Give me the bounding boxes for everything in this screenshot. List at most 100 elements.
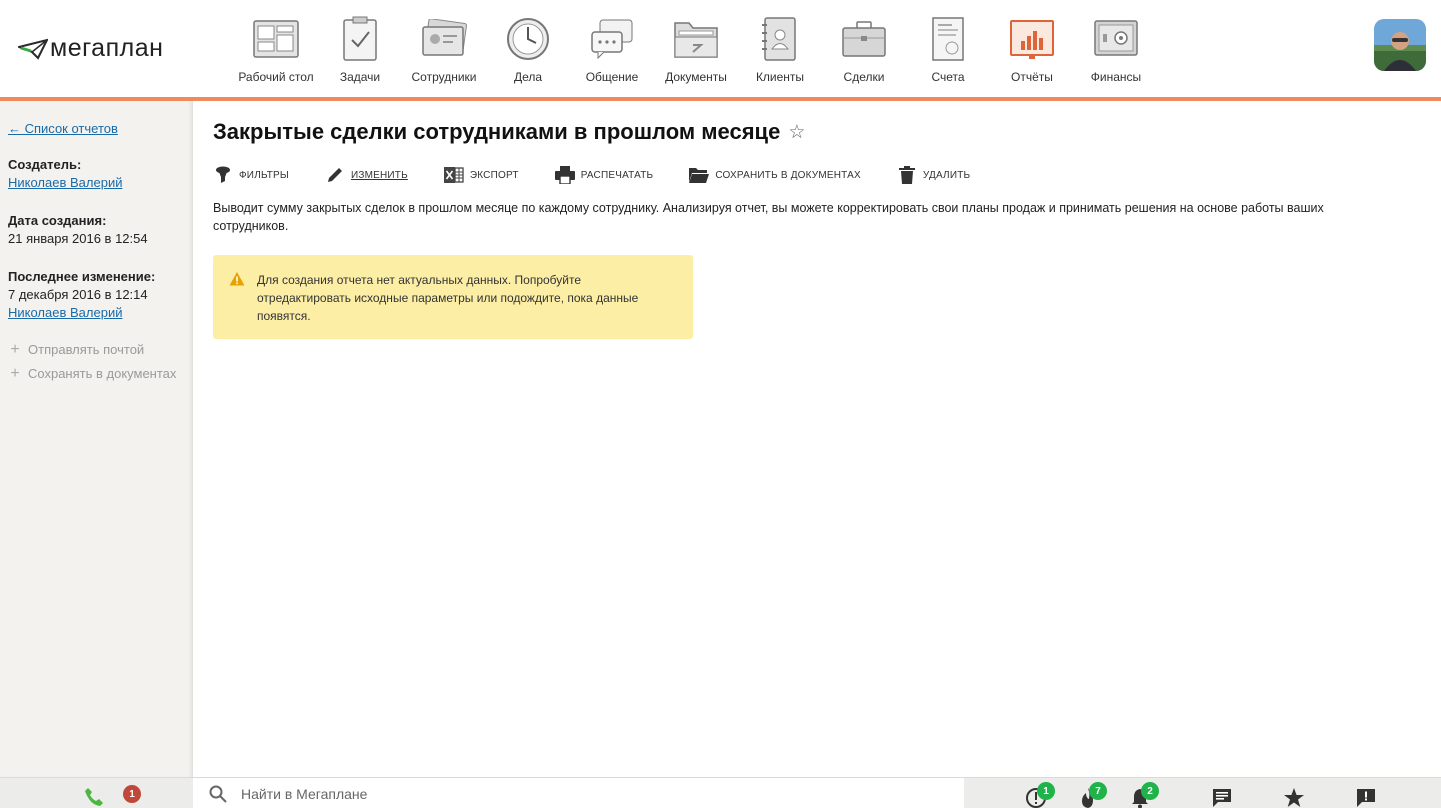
paper-plane-icon [18, 38, 48, 60]
nav-reports[interactable]: Отчёты [990, 0, 1074, 101]
modified-block: Последнее изменение: 7 декабря 2016 в 12… [8, 268, 184, 322]
hot-button[interactable]: 7 [1077, 782, 1107, 808]
modified-by-link[interactable]: Николаев Валерий [8, 305, 122, 320]
star-icon [1284, 788, 1304, 807]
trash-icon [898, 166, 915, 184]
filter-icon [216, 166, 230, 183]
report-toolbar: Фильтры Изменить Экспорт Распечатать Сох… [213, 163, 1423, 187]
creator-link[interactable]: Николаев Валерий [8, 175, 122, 190]
nav-label: Сотрудники [411, 70, 477, 84]
bottom-bar: 1 1 7 2 [0, 777, 1441, 808]
nav-tasks[interactable]: Задачи [318, 0, 402, 97]
no-data-alert: Для создания отчета нет актуальных данны… [213, 255, 693, 339]
edit-button[interactable]: Изменить [325, 165, 408, 185]
hot-count-badge: 7 [1089, 782, 1107, 800]
notifications-button[interactable]: 2 [1129, 782, 1159, 808]
nav-label: Общение [585, 70, 639, 84]
invoice-icon [932, 17, 964, 61]
title-row: Закрытые сделки сотрудниками в прошлом м… [213, 119, 1423, 145]
message-icon [1213, 789, 1231, 807]
export-label: Экспорт [469, 169, 519, 181]
delete-label: Удалить [922, 169, 971, 181]
main-content: Закрытые сделки сотрудниками в прошлом м… [213, 101, 1423, 339]
alerts-count-badge: 1 [1037, 782, 1055, 800]
global-search [193, 778, 964, 808]
search-icon [209, 785, 227, 803]
nav-label: Задачи [339, 70, 381, 84]
chat-icon [591, 19, 633, 60]
clients-icon [762, 17, 796, 61]
back-to-reports-link[interactable]: ← Список отчетов [8, 121, 184, 136]
feedback-button[interactable] [1355, 787, 1377, 808]
nav-affairs[interactable]: Дела [486, 0, 570, 97]
logo-text: мегаплан [50, 34, 164, 62]
save-to-documents-action[interactable]: + Сохранять в документах [8, 364, 184, 382]
nav-desktop[interactable]: Рабочий стол [234, 0, 318, 97]
filters-label: Фильтры [239, 169, 289, 181]
sidebar: ← Список отчетов Создатель: Николаев Вал… [0, 101, 193, 777]
printer-icon [554, 166, 575, 184]
nav-label: Рабочий стол [238, 70, 314, 84]
plus-icon: + [10, 340, 20, 358]
feedback-icon [1357, 789, 1375, 807]
reports-icon [1010, 20, 1054, 59]
alerts-button[interactable]: 1 [1025, 782, 1055, 808]
nav-documents[interactable]: Документы [654, 0, 738, 97]
employees-icon [422, 19, 467, 56]
print-label: Распечатать [580, 169, 654, 181]
briefcase-icon [842, 21, 886, 57]
edit-label: Изменить [350, 169, 408, 181]
nav-label: Клиенты [755, 70, 805, 84]
megaplan-logo[interactable]: мегаплан [18, 34, 163, 63]
safe-icon [1094, 20, 1138, 56]
search-input[interactable] [241, 785, 841, 802]
nav-label: Счета [931, 70, 965, 84]
missed-calls-badge[interactable]: 1 [123, 785, 141, 803]
page-title: Закрытые сделки сотрудниками в прошлом м… [213, 119, 781, 144]
phone-icon[interactable] [84, 787, 104, 807]
plus-icon: + [10, 364, 20, 382]
alert-text: Для создания отчета нет актуальных данны… [257, 273, 639, 323]
nav-chat[interactable]: Общение [570, 0, 654, 97]
nav-label: Документы [665, 70, 727, 84]
delete-button[interactable]: Удалить [897, 165, 970, 185]
nav-invoices[interactable]: Счета [906, 0, 990, 97]
nav-label: Дела [513, 70, 543, 84]
nav-employees[interactable]: Сотрудники [402, 0, 486, 97]
nav-label: Отчёты [1011, 70, 1053, 84]
print-button[interactable]: Распечатать [554, 165, 654, 185]
tasks-icon [343, 16, 377, 61]
favorite-star-icon[interactable]: ☆ [788, 121, 805, 144]
created-label: Дата создания: [8, 213, 107, 228]
creator-block: Создатель: Николаев Валерий [8, 156, 184, 192]
excel-icon [443, 167, 464, 183]
calls-panel: 1 [0, 778, 193, 808]
open-folder-icon [689, 168, 710, 183]
action-label: Отправлять почтой [28, 342, 145, 357]
created-block: Дата создания: 21 января 2016 в 12:54 [8, 212, 184, 248]
messages-button[interactable] [1211, 787, 1233, 808]
send-by-email-action[interactable]: + Отправлять почтой [8, 340, 184, 358]
nav-finances[interactable]: Финансы [1074, 0, 1158, 97]
pencil-icon [327, 168, 342, 182]
nav-label: Финансы [1090, 70, 1142, 84]
folder-icon [674, 22, 718, 58]
nav-deals[interactable]: Сделки [822, 0, 906, 97]
user-avatar[interactable] [1374, 19, 1426, 71]
export-button[interactable]: Экспорт [443, 165, 519, 185]
save-to-docs-label: Сохранить в документах [715, 169, 861, 181]
report-description: Выводит сумму закрытых сделок в прошлом … [213, 201, 1324, 233]
notifications-count-badge: 2 [1141, 782, 1159, 800]
filters-button[interactable]: Фильтры [213, 165, 289, 185]
clock-icon [507, 18, 549, 60]
favorites-button[interactable] [1283, 787, 1305, 808]
modified-date: 7 декабря 2016 в 12:14 [8, 287, 148, 302]
creator-label: Создатель: [8, 157, 82, 172]
modified-label: Последнее изменение: [8, 269, 156, 284]
nav-clients[interactable]: Клиенты [738, 0, 822, 97]
desktop-icon [253, 20, 299, 58]
save-to-docs-button[interactable]: Сохранить в документах [689, 165, 861, 185]
action-label: Сохранять в документах [28, 366, 177, 381]
created-date: 21 января 2016 в 12:54 [8, 231, 148, 246]
main-nav: Рабочий стол Задачи Сотрудники Дела Обще… [234, 0, 1158, 101]
